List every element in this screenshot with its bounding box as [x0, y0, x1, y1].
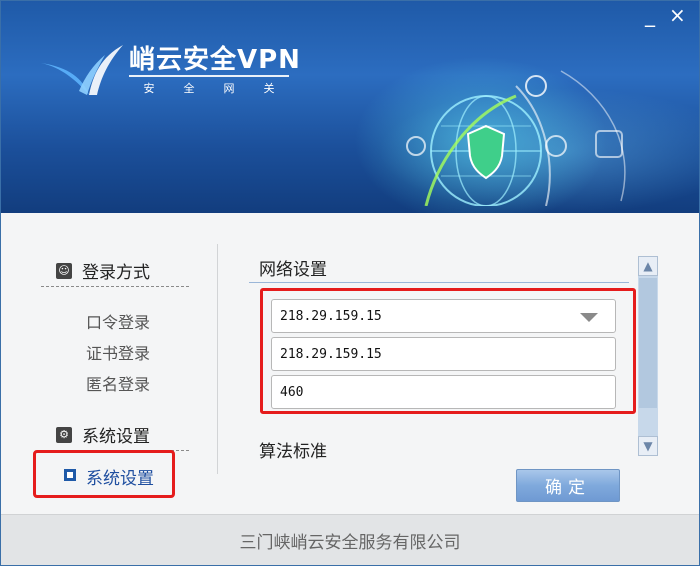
scroll-up-button[interactable]: ▲ — [638, 256, 658, 276]
nav-divider — [41, 286, 189, 287]
network-settings-title: 网络设置 — [259, 260, 327, 280]
user-icon: ☺ — [56, 262, 72, 279]
scroll-thumb[interactable] — [639, 278, 657, 408]
server-address-field[interactable]: 218.29.159.15 — [271, 337, 616, 371]
footer: 三门峡峭云安全服务有限公司 — [1, 514, 699, 565]
section-underline — [249, 282, 629, 283]
server-select-value: 218.29.159.15 — [280, 308, 382, 324]
scroll-track[interactable] — [638, 276, 658, 436]
brand-subtitle: 安 全 网 关 — [129, 80, 289, 96]
scroll-down-button[interactable]: ▼ — [638, 436, 658, 456]
settings-icon: ⚙ — [56, 426, 72, 443]
brand-title: 峭云安全VPN — [129, 45, 301, 75]
server-select[interactable]: 218.29.159.15 — [271, 299, 616, 333]
nav-item-anonymous-login[interactable]: 匿名登录 — [86, 371, 150, 395]
security-globe-icon — [406, 70, 626, 206]
brand-divider — [129, 75, 289, 77]
active-square-icon — [64, 469, 76, 481]
brand-subtitle-char: 全 — [183, 82, 195, 95]
header-banner: _ × 峭云安全VPN 安 全 网 关 — [1, 1, 699, 213]
vpn-login-window: _ × 峭云安全VPN 安 全 网 关 ☺ 登录方式 口令登录 证书登录 匿名登… — [0, 0, 700, 566]
brand-subtitle-char: 安 — [143, 82, 155, 95]
nav-item-certificate-login[interactable]: 证书登录 — [86, 340, 150, 364]
close-button[interactable]: × — [669, 5, 686, 25]
sidebar: ☺ 登录方式 口令登录 证书登录 匿名登录 ⚙ 系统设置 系统设置 — [1, 214, 217, 514]
vertical-scrollbar[interactable]: ▲ ▼ — [638, 256, 658, 456]
brand-subtitle-char: 网 — [223, 82, 235, 95]
login-method-heading: ☺ 登录方式 — [56, 258, 150, 283]
port-field[interactable]: 460 — [271, 375, 616, 409]
confirm-button[interactable]: 确定 — [516, 469, 620, 502]
brand-subtitle-char: 关 — [263, 82, 275, 95]
panel-divider — [217, 244, 218, 474]
minimize-button[interactable]: _ — [645, 5, 655, 25]
company-name: 三门峡峭云安全服务有限公司 — [239, 533, 461, 553]
server-address-value: 218.29.159.15 — [280, 346, 382, 362]
nav-item-system-settings-label: 系统设置 — [86, 469, 154, 489]
chevron-down-icon[interactable] — [580, 313, 598, 322]
system-settings-heading-label: 系统设置 — [82, 427, 150, 447]
system-settings-heading: ⚙ 系统设置 — [56, 422, 150, 447]
nav-item-password-login[interactable]: 口令登录 — [86, 309, 150, 333]
bird-logo-icon — [41, 45, 123, 95]
nav-item-system-settings[interactable]: 系统设置 — [33, 450, 175, 498]
login-method-heading-label: 登录方式 — [82, 263, 150, 283]
port-value: 460 — [280, 384, 304, 400]
algorithm-standard-title: 算法标准 — [259, 442, 327, 462]
